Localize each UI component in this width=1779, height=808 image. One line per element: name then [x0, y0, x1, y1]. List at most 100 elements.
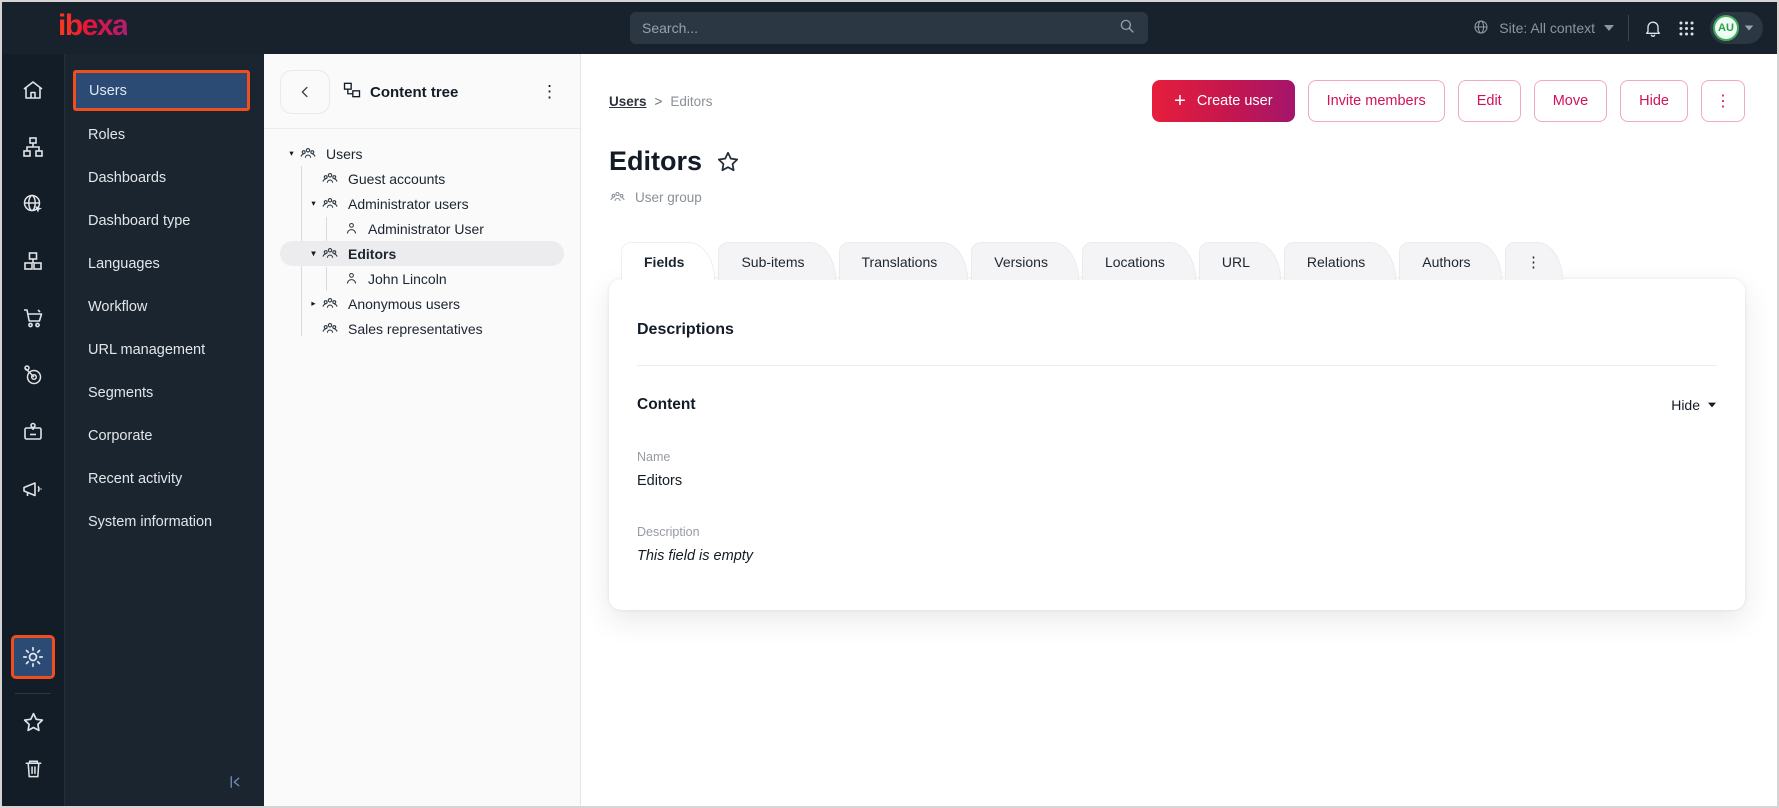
hide-button[interactable]: Hide [1620, 80, 1688, 122]
content-tree-title: Content tree [342, 80, 458, 105]
tree-options-kebab-icon[interactable]: ⋮ [535, 78, 564, 106]
tab-locations[interactable]: Locations [1081, 242, 1196, 280]
app-grid-icon[interactable] [1677, 19, 1696, 38]
sidebar-item-dashboards[interactable]: Dashboards [65, 156, 264, 199]
search-input[interactable] [642, 20, 1118, 36]
user-menu[interactable]: AU [1710, 12, 1763, 44]
search-icon[interactable] [1118, 17, 1136, 40]
hide-section-toggle[interactable]: Hide [1671, 397, 1717, 413]
tab-url[interactable]: URL [1198, 242, 1281, 280]
plus-icon: + [1174, 90, 1186, 112]
user-group-icon [321, 245, 339, 263]
create-user-button[interactable]: + Create user [1152, 80, 1295, 122]
sidebar-item-workflow[interactable]: Workflow [65, 285, 264, 328]
tab-relations[interactable]: Relations [1283, 242, 1397, 280]
avatar: AU [1713, 15, 1739, 41]
content-tree-title-label: Content tree [370, 83, 459, 101]
sidebar-item-label: Corporate [88, 427, 153, 444]
sidebar-item-languages[interactable]: Languages [65, 242, 264, 285]
tree-node-users[interactable]: ▾ Users [280, 141, 564, 166]
topbar: ibexa Site: All context A [2, 2, 1777, 54]
sidebar-item-corporate[interactable]: Corporate [65, 414, 264, 457]
breadcrumb: Users > Editors [609, 94, 712, 109]
action-buttons: + Create user Invite members Edit Move H… [1152, 80, 1745, 122]
sidebar-item-label: Users [89, 82, 127, 99]
tab-authors[interactable]: Authors [1399, 242, 1502, 280]
page-title: Editors [609, 146, 703, 176]
sidebar-item-url-management[interactable]: URL management [65, 328, 264, 371]
edit-button[interactable]: Edit [1457, 80, 1521, 122]
sidebar-item-roles[interactable]: Roles [65, 113, 264, 156]
tree-node-anonymous-users[interactable]: ▸ Anonymous users [280, 291, 564, 316]
tree-node-administrator-users[interactable]: ▾ Administrator users [280, 191, 564, 216]
breadcrumb-users-link[interactable]: Users [609, 94, 647, 109]
trash-icon[interactable] [19, 754, 47, 782]
marketing-megaphone-icon[interactable] [19, 475, 47, 503]
rail-divider [15, 693, 51, 694]
corporate-badge-icon[interactable] [19, 418, 47, 446]
chevron-down-icon [1604, 25, 1614, 31]
content-group-title: Content [637, 396, 696, 413]
tree-node-editors[interactable]: ▾ Editors [280, 241, 564, 266]
content-tree-list: ▾ Users Guest accounts ▾ Administrator u… [280, 141, 564, 341]
tab-versions[interactable]: Versions [971, 242, 1079, 280]
tree-node-john-lincoln[interactable]: John Lincoln [280, 266, 564, 291]
caret-down-icon[interactable]: ▾ [289, 148, 293, 159]
tree-node-label: Anonymous users [348, 295, 461, 312]
sidebar-item-label: Dashboard type [88, 212, 191, 229]
tab-fields[interactable]: Fields [621, 242, 716, 280]
user-group-icon [321, 195, 339, 213]
breadcrumb-separator: > [654, 93, 663, 109]
create-user-label: Create user [1196, 93, 1273, 109]
caret-down-icon[interactable]: ▾ [311, 198, 315, 209]
favorites-star-icon[interactable] [19, 708, 47, 736]
title-row: Editors [609, 146, 1745, 177]
home-icon[interactable] [19, 76, 47, 104]
content-tree-header: Content tree ⋮ [280, 70, 564, 114]
tree-node-label: Administrator users [348, 195, 469, 212]
sidebar-item-label: Recent activity [88, 470, 183, 487]
breadcrumb-current: Editors [670, 93, 713, 109]
sidebar-item-segments[interactable]: Segments [65, 371, 264, 414]
personalization-target-icon[interactable] [19, 361, 47, 389]
chevron-down-icon [1708, 402, 1716, 408]
sidebar-item-users[interactable]: Users [73, 70, 250, 111]
product-catalog-icon[interactable] [19, 247, 47, 275]
settings-gear-icon[interactable] [11, 635, 55, 679]
site-context-selector[interactable]: Site: All context [1472, 18, 1614, 39]
tab-more-kebab-icon[interactable]: ⋮ [1504, 242, 1563, 280]
user-icon [344, 271, 359, 286]
sidebar-item-dashboard-type[interactable]: Dashboard type [65, 199, 264, 242]
tree-node-label: Users [326, 145, 363, 162]
tab-sub-items[interactable]: Sub-items [718, 242, 836, 280]
move-button[interactable]: Move [1533, 80, 1608, 122]
bookmark-star-icon[interactable] [715, 149, 741, 175]
more-actions-kebab-icon[interactable]: ⋮ [1701, 80, 1745, 122]
web-globe-cursor-icon[interactable] [19, 190, 47, 218]
tree-node-administrator-user[interactable]: Administrator User [280, 216, 564, 241]
caret-down-icon[interactable]: ▾ [311, 248, 315, 259]
chevron-left-icon [301, 86, 308, 98]
notifications-bell-icon[interactable] [1643, 18, 1663, 38]
main-header: Users > Editors + Create user Invite mem… [609, 80, 1745, 122]
global-search[interactable] [630, 12, 1148, 44]
sidebar-collapse-icon[interactable] [226, 773, 244, 796]
invite-members-button[interactable]: Invite members [1307, 80, 1445, 122]
commerce-cart-icon[interactable] [19, 304, 47, 332]
user-group-icon [321, 170, 339, 188]
sidebar-item-system-information[interactable]: System information [65, 500, 264, 543]
user-icon [344, 221, 359, 236]
tab-translations[interactable]: Translations [838, 242, 969, 280]
user-group-icon [609, 189, 626, 206]
collapse-tree-button[interactable] [280, 70, 330, 114]
caret-right-icon[interactable]: ▸ [311, 298, 315, 309]
sidebar-item-recent-activity[interactable]: Recent activity [65, 457, 264, 500]
topbar-divider [1628, 15, 1629, 41]
tree-node-guest-accounts[interactable]: Guest accounts [280, 166, 564, 191]
tree-node-label: Editors [348, 245, 397, 262]
main-content: Users > Editors + Create user Invite mem… [581, 54, 1777, 806]
site-structure-icon[interactable] [19, 133, 47, 161]
tree-header-divider [264, 128, 580, 129]
main-nav-rail [2, 54, 64, 806]
tree-node-sales-representatives[interactable]: Sales representatives [280, 316, 564, 341]
